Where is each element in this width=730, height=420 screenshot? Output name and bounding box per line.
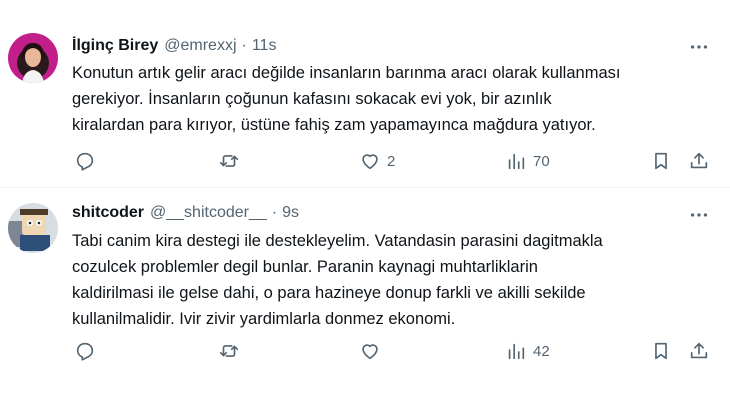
- tweet[interactable]: shitcoder @__shitcoder__ · 9s Tabi canim…: [0, 188, 730, 420]
- user-avatar-photo-icon: [8, 33, 58, 83]
- more-options-button[interactable]: [686, 36, 712, 58]
- timestamp[interactable]: 9s: [282, 204, 299, 222]
- display-name[interactable]: İlginç Birey: [72, 37, 158, 55]
- views-button[interactable]: 70: [505, 148, 550, 174]
- more-icon: [690, 45, 708, 49]
- share-icon: [690, 342, 708, 359]
- retweet-icon: [219, 345, 239, 357]
- bookmark-icon: [655, 152, 667, 170]
- tweet-header: shitcoder @__shitcoder__ · 9s: [72, 202, 299, 224]
- retweet-icon: [219, 155, 239, 167]
- tweet-text-line: kaldirilmasi ile gelse dahi, o para hazi…: [72, 284, 586, 302]
- like-button[interactable]: 2: [359, 148, 395, 174]
- retweet-button[interactable]: [218, 338, 240, 364]
- like-count: 2: [387, 152, 396, 170]
- bookmark-button[interactable]: [650, 148, 672, 174]
- avatar[interactable]: [8, 33, 58, 83]
- views-icon: [508, 153, 525, 170]
- reply-icon: [76, 342, 94, 361]
- more-options-button[interactable]: [686, 204, 712, 226]
- tweet-text-line: kullanilmalidir. Ivir zivir yardimlarla …: [72, 310, 456, 328]
- reply-icon: [76, 152, 94, 171]
- retweet-button[interactable]: [218, 148, 240, 174]
- tweet-text-line: kiralardan para kırıyor, üstüne fahiş za…: [72, 116, 596, 134]
- views-icon: [508, 343, 525, 360]
- tweet[interactable]: İlginç Birey @emrexxj · 11s Konutun artı…: [0, 0, 730, 188]
- share-button[interactable]: [688, 148, 710, 174]
- reply-button[interactable]: [74, 148, 96, 174]
- user-handle[interactable]: @emrexxj: [164, 37, 236, 55]
- more-icon: [690, 213, 708, 217]
- tweet-header: İlginç Birey @emrexxj · 11s: [72, 35, 276, 57]
- separator-dot: ·: [271, 204, 278, 221]
- tweet-text: Konutun artık gelir aracı değilde insanl…: [72, 60, 722, 138]
- like-button[interactable]: [359, 338, 387, 364]
- view-count: 42: [533, 342, 550, 360]
- tweet-actions: 42: [0, 338, 730, 364]
- views-button[interactable]: 42: [505, 338, 550, 364]
- user-avatar-photo-icon: [8, 203, 58, 253]
- like-icon: [362, 154, 378, 170]
- user-handle[interactable]: @__shitcoder__: [150, 204, 267, 222]
- tweet-text-line: Konutun artık gelir aracı değilde insanl…: [72, 64, 621, 82]
- timestamp[interactable]: 11s: [252, 37, 277, 55]
- bookmark-icon: [655, 342, 667, 360]
- share-icon: [690, 152, 708, 169]
- reply-button[interactable]: [74, 338, 96, 364]
- tweet-text-line: cozulcek problemler degil bunlar. Parani…: [72, 258, 538, 276]
- display-name[interactable]: shitcoder: [72, 204, 144, 222]
- share-button[interactable]: [688, 338, 710, 364]
- tweet-actions: 2 70: [0, 148, 730, 174]
- like-icon: [362, 344, 378, 360]
- tweet-text-line: gerekiyor. İnsanların çoğunun kafasını s…: [72, 90, 552, 108]
- bookmark-button[interactable]: [650, 338, 672, 364]
- view-count: 70: [533, 152, 550, 170]
- separator-dot: ·: [241, 37, 247, 54]
- tweet-text: Tabi canim kira destegi ile destekleyeli…: [72, 228, 722, 332]
- avatar[interactable]: [8, 203, 58, 253]
- tweet-text-line: Tabi canim kira destegi ile destekleyeli…: [72, 232, 603, 250]
